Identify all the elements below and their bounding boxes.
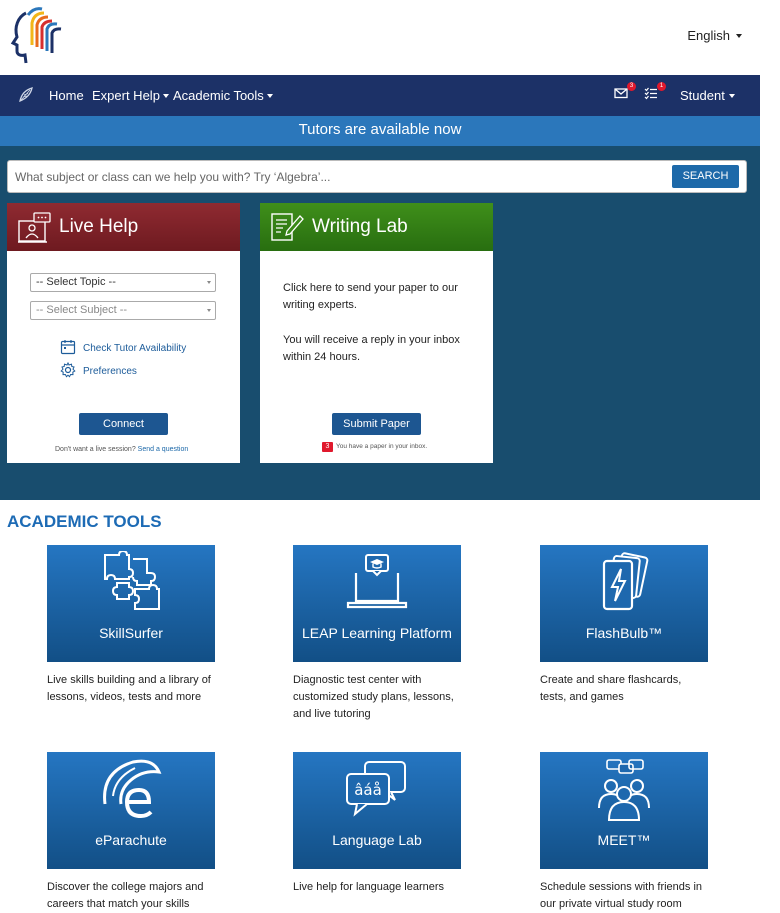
send-question-note-text: Don't want a live session? [55, 446, 136, 453]
nav-home[interactable]: Home [49, 88, 84, 103]
mail-button[interactable]: 3 [614, 82, 636, 102]
live-help-header: Live Help [7, 203, 240, 251]
nav-academic-tools[interactable]: Academic Tools [173, 88, 273, 103]
puzzle-icon [104, 551, 160, 610]
tasks-button[interactable]: 1 [644, 82, 666, 102]
speech-bubbles-icon: âáå [346, 761, 406, 817]
tool-tile[interactable]: FlashBulb™ [540, 545, 708, 662]
writing-lab-text-send: Click here to send your paper to our wri… [283, 282, 458, 311]
subject-select[interactable]: -- Select Subject -- [30, 301, 216, 320]
inbox-count-badge: 3 [322, 442, 333, 452]
tool-name: LEAP Learning Platform [302, 625, 452, 641]
account-label: Student [680, 88, 725, 103]
parachute-e-icon [103, 759, 162, 819]
group-meeting-icon [598, 759, 650, 821]
writing-lab-text-reply: You will receive a reply in your inbox w… [283, 334, 460, 363]
mail-count-badge: 3 [627, 82, 636, 91]
live-help-card: Live Help -- Select Topic -- -- Select S… [7, 203, 240, 463]
search-bar: SEARCH [7, 160, 747, 193]
chevron-down-icon [728, 93, 735, 98]
calendar-icon [60, 340, 76, 355]
main-navbar: Home Expert Help Academic Tools 3 1 Stud… [0, 75, 760, 116]
tool-description: Create and share flashcards, tests, and … [540, 674, 682, 703]
tool-tile[interactable]: âáå Language Lab [293, 752, 461, 869]
tool-name: FlashBulb™ [585, 625, 663, 641]
gear-icon [60, 362, 76, 378]
submit-paper-button[interactable]: Submit Paper [332, 413, 421, 435]
tool-skillsurfer: SkillSurfer Live skills building and a l… [47, 545, 215, 706]
nav-academic-tools-label: Academic Tools [173, 88, 264, 103]
tool-description: Live skills building and a library of le… [47, 674, 211, 703]
connect-button[interactable]: Connect [79, 413, 168, 435]
inbox-note[interactable]: 3 You have a paper in your inbox. [322, 442, 427, 452]
tool-tile[interactable]: eParachute [47, 752, 215, 869]
writing-lab-card: Writing Lab Click here to send your pape… [260, 203, 493, 463]
chevron-down-icon [162, 93, 169, 98]
topic-select[interactable]: -- Select Topic -- [30, 273, 216, 292]
laptop-graduation-icon [346, 554, 408, 609]
tool-name: Language Lab [332, 832, 422, 848]
tool-description: Diagnostic test center with customized s… [293, 674, 454, 720]
language-selector[interactable]: English [687, 28, 742, 43]
top-header: English [0, 0, 780, 75]
chevron-down-icon [207, 309, 211, 312]
svg-text:âáå: âáå [354, 781, 382, 799]
availability-banner: Tutors are available now [0, 116, 760, 146]
preferences-label: Preferences [83, 366, 137, 377]
company-logo[interactable] [4, 3, 68, 69]
academic-tools-heading: ACADEMIC TOOLS [7, 512, 162, 531]
chevron-down-icon [736, 33, 742, 38]
chevron-down-icon [207, 281, 211, 284]
mail-icon [614, 88, 628, 99]
tool-eparachute: eParachute Discover the college majors a… [47, 752, 215, 913]
flashcards-icon [602, 552, 649, 611]
live-help-title: Live Help [59, 216, 139, 237]
chevron-down-icon [266, 93, 273, 98]
hero-section: Tutors are available now SEARCH Live Hel… [0, 116, 760, 500]
tool-flashbulb: FlashBulb™ Create and share flashcards, … [540, 545, 708, 706]
tool-name: SkillSurfer [99, 625, 163, 641]
search-button[interactable]: SEARCH [672, 165, 739, 188]
tasks-count-badge: 1 [657, 82, 666, 91]
live-chat-monitor-icon [18, 212, 51, 243]
writing-lab-header: Writing Lab [260, 203, 493, 251]
tool-language-lab: âáå Language Lab Live help for language … [293, 752, 461, 896]
nav-expert-help-label: Expert Help [92, 88, 160, 103]
tool-meet: MEET™ Schedule sessions with friends in … [540, 752, 708, 913]
subject-select-value: -- Select Subject -- [36, 304, 128, 316]
check-tutor-availability-label: Check Tutor Availability [83, 343, 187, 354]
account-menu[interactable]: Student [680, 88, 735, 103]
inbox-note-text: You have a paper in your inbox. [336, 443, 428, 450]
tool-name: eParachute [95, 832, 167, 848]
send-question-link[interactable]: Send a question [138, 446, 189, 453]
nav-expert-help[interactable]: Expert Help [92, 88, 169, 103]
language-label: English [687, 28, 730, 43]
writing-lab-title: Writing Lab [312, 216, 408, 237]
tool-leap-learning-platform: LEAP Learning Platform Diagnostic test c… [293, 545, 461, 723]
search-input[interactable] [8, 161, 663, 192]
writing-pencil-icon [271, 213, 304, 241]
tool-description: Live help for language learners [293, 881, 445, 893]
tool-tile[interactable]: MEET™ [540, 752, 708, 869]
checklist-icon [644, 87, 657, 100]
tool-name: MEET™ [597, 832, 651, 848]
tool-tile[interactable]: SkillSurfer [47, 545, 215, 662]
send-question-note: Don't want a live session? Send a questi… [55, 446, 188, 453]
tool-tile[interactable]: LEAP Learning Platform [293, 545, 461, 662]
feather-logo-icon[interactable] [16, 85, 36, 105]
topic-select-value: -- Select Topic -- [36, 276, 116, 288]
